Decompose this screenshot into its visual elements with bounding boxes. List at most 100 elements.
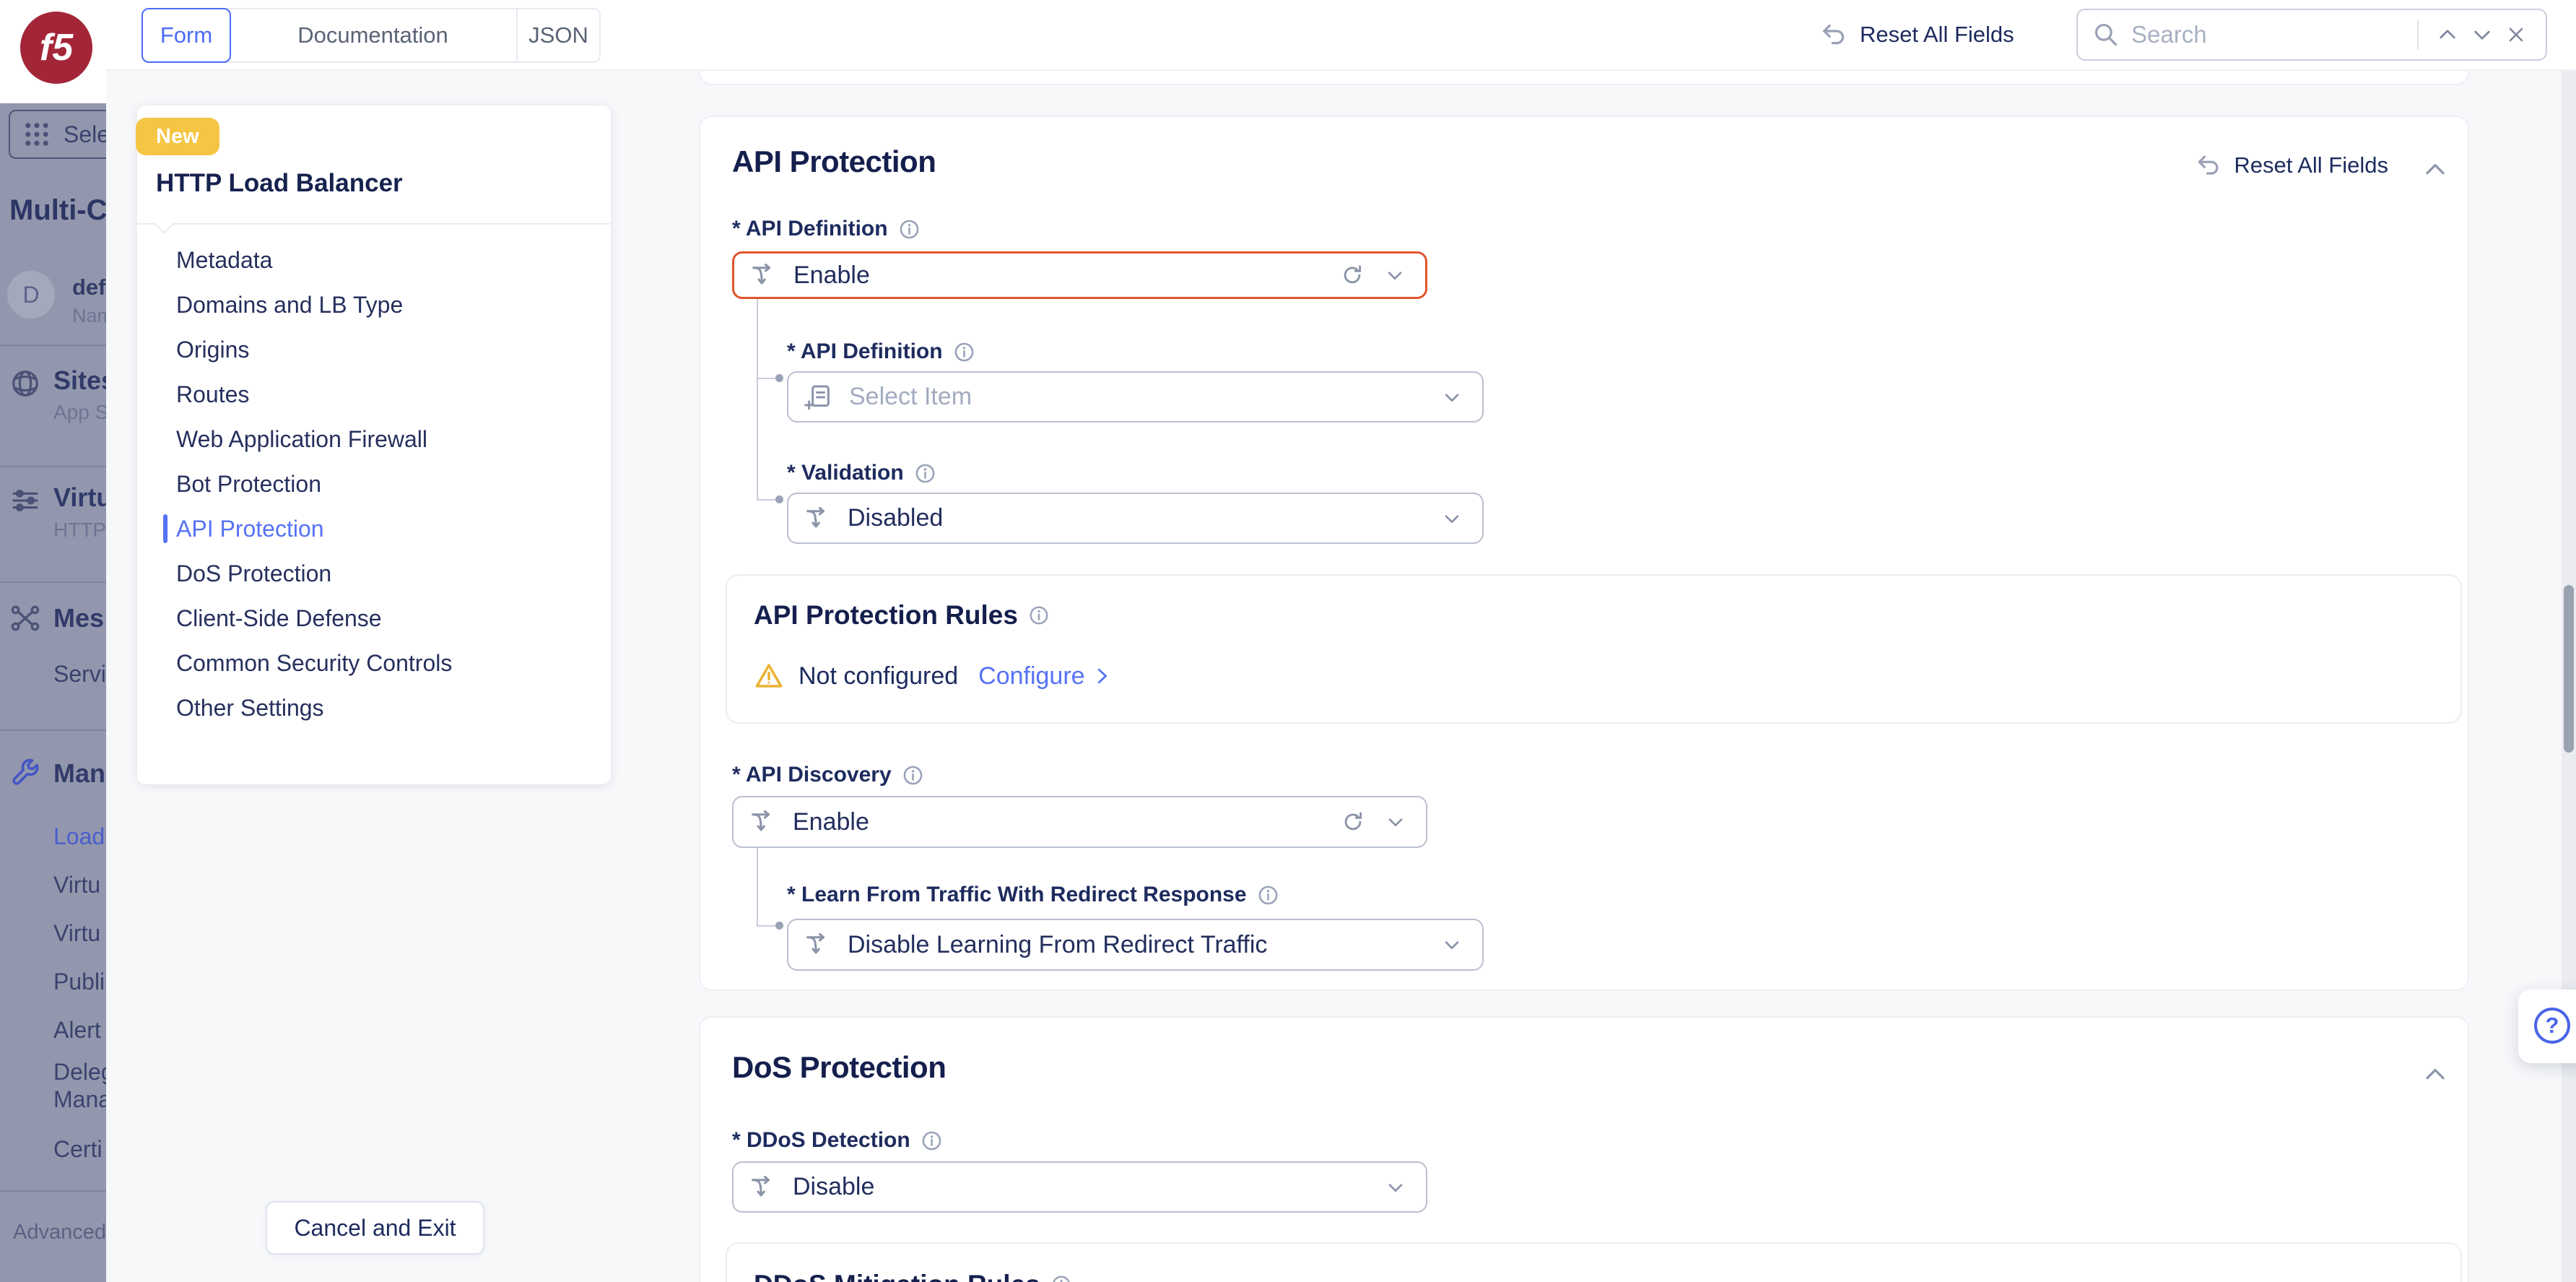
ddos-detection-dropdown[interactable]: Disable bbox=[732, 1161, 1427, 1213]
nav-item-domains-lb-type[interactable]: Domains and LB Type bbox=[137, 287, 611, 322]
branch-icon bbox=[804, 931, 832, 958]
api-definition-dropdown[interactable]: Enable bbox=[732, 251, 1427, 299]
info-icon[interactable] bbox=[953, 341, 975, 363]
search-prev-icon[interactable] bbox=[2430, 23, 2465, 46]
form-title: HTTP Load Balancer bbox=[156, 169, 403, 197]
mesh-icon bbox=[9, 602, 42, 635]
search-icon bbox=[2092, 21, 2120, 48]
api-definition-value: Enable bbox=[793, 261, 870, 289]
validation-dropdown[interactable]: Disabled bbox=[787, 493, 1484, 544]
manage-wrench-icon bbox=[10, 757, 42, 789]
sidebar-divider bbox=[0, 466, 106, 467]
tree-connector-dot bbox=[775, 922, 783, 930]
learn-redirect-value: Disable Learning From Redirect Traffic bbox=[848, 930, 1268, 958]
api-discovery-dropdown[interactable]: Enable bbox=[732, 796, 1427, 848]
rules-status-text: Not configured bbox=[799, 662, 959, 690]
sidebar-item-sites-sub: App S bbox=[53, 401, 106, 423]
ddos-detection-value: Disable bbox=[793, 1173, 875, 1200]
sidebar-item-sites: Sites bbox=[53, 365, 106, 395]
sidebar-divider bbox=[0, 581, 106, 583]
collapse-section-icon[interactable] bbox=[2421, 1061, 2449, 1088]
dos-protection-section-card: DoS Protection * DDoS Detection Disable … bbox=[699, 1016, 2469, 1282]
nav-item-origins[interactable]: Origins bbox=[137, 332, 611, 367]
validation-label: * Validation bbox=[787, 461, 936, 485]
nav-item-dos-protection[interactable]: DoS Protection bbox=[137, 556, 611, 591]
tree-connector-stub bbox=[757, 499, 775, 501]
scrollbar-thumb[interactable] bbox=[2564, 585, 2574, 753]
chevron-down-icon[interactable] bbox=[1384, 1176, 1407, 1199]
search-input[interactable] bbox=[2130, 20, 2406, 49]
app-root: Form Documentation JSON Reset All Fields bbox=[0, 0, 2576, 1282]
chevron-down-icon[interactable] bbox=[1440, 386, 1463, 409]
previous-section-card-edge bbox=[699, 69, 2469, 85]
sidebar-link-delegated-line1: Deleg bbox=[53, 1059, 106, 1085]
help-button[interactable]: ? bbox=[2518, 989, 2576, 1063]
branch-icon bbox=[749, 808, 777, 836]
tab-documentation[interactable]: Documentation bbox=[230, 9, 518, 61]
info-icon[interactable] bbox=[1257, 884, 1279, 906]
sidebar-divider bbox=[0, 345, 106, 346]
learn-redirect-label: * Learn From Traffic With Redirect Respo… bbox=[787, 883, 1279, 907]
sidebar-divider bbox=[0, 1190, 106, 1192]
search-next-icon[interactable] bbox=[2465, 23, 2499, 46]
info-icon[interactable] bbox=[914, 462, 936, 485]
api-protection-rules-title: API Protection Rules bbox=[754, 600, 1050, 631]
tab-form[interactable]: Form bbox=[142, 8, 231, 63]
select-service-button: Sele bbox=[9, 110, 106, 159]
chevron-right-icon bbox=[1097, 668, 1107, 684]
nav-item-bot-protection[interactable]: Bot Protection bbox=[137, 467, 611, 501]
api-protection-heading: API Protection bbox=[732, 144, 936, 178]
info-icon[interactable] bbox=[1028, 605, 1050, 626]
api-discovery-label: * API Discovery bbox=[732, 763, 924, 787]
nav-item-metadata[interactable]: Metadata bbox=[137, 243, 611, 277]
validation-value: Disabled bbox=[848, 504, 944, 532]
main-sidebar-dimmed: Sele Multi-C D def Nam Sites App S Virtu… bbox=[0, 103, 106, 1282]
nav-item-routes[interactable]: Routes bbox=[137, 377, 611, 412]
info-icon[interactable] bbox=[921, 1130, 943, 1152]
top-bar: Form Documentation JSON Reset All Fields bbox=[0, 0, 2576, 71]
reset-field-icon[interactable] bbox=[1341, 810, 1365, 834]
api-definition-item-select[interactable]: Select Item bbox=[787, 371, 1484, 423]
reset-all-fields-section-button[interactable]: Reset All Fields bbox=[2195, 152, 2388, 179]
advanced-toggle-label: Advanced bbox=[13, 1221, 106, 1244]
select-service-label: Sele bbox=[64, 121, 106, 147]
logo-block: f5 bbox=[0, 0, 106, 103]
nav-item-other-settings[interactable]: Other Settings bbox=[137, 690, 611, 725]
sidebar-link-virtual-1: Virtu bbox=[53, 872, 101, 898]
api-protection-section-card: API Protection Reset All Fields * API De… bbox=[699, 116, 2469, 991]
info-icon[interactable] bbox=[902, 764, 924, 787]
nav-item-waf[interactable]: Web Application Firewall bbox=[137, 422, 611, 456]
reset-all-fields-top-button[interactable]: Reset All Fields bbox=[1819, 0, 2014, 69]
learn-redirect-dropdown[interactable]: Disable Learning From Redirect Traffic bbox=[787, 919, 1484, 971]
search-box bbox=[2076, 9, 2547, 61]
tab-json[interactable]: JSON bbox=[518, 9, 599, 61]
rules-status-row: Not configured Configure bbox=[754, 661, 1113, 691]
collapse-section-icon[interactable] bbox=[2421, 156, 2449, 183]
chevron-down-icon[interactable] bbox=[1440, 507, 1463, 530]
tree-connector-stub bbox=[757, 925, 775, 927]
search-close-icon[interactable] bbox=[2499, 24, 2533, 46]
app-grid-icon bbox=[22, 119, 52, 150]
reset-all-fields-top-label: Reset All Fields bbox=[1860, 22, 2014, 47]
namespace-sub: Nam bbox=[72, 305, 106, 326]
f5-logo[interactable]: f5 bbox=[20, 12, 92, 84]
undo-icon bbox=[1819, 20, 1848, 49]
chevron-down-icon[interactable] bbox=[1440, 933, 1463, 956]
info-icon[interactable] bbox=[898, 218, 921, 241]
nav-item-client-side-defense[interactable]: Client-Side Defense bbox=[137, 601, 611, 636]
nav-item-api-protection[interactable]: API Protection bbox=[137, 511, 611, 546]
reset-field-icon[interactable] bbox=[1340, 263, 1365, 287]
info-icon[interactable] bbox=[1050, 1274, 1072, 1282]
chevron-down-icon[interactable] bbox=[1384, 810, 1407, 833]
ddos-mitigation-rules-title: DDoS Mitigation Rules bbox=[754, 1270, 1072, 1282]
nav-item-common-security-controls[interactable]: Common Security Controls bbox=[137, 646, 611, 680]
api-definition-label: * API Definition bbox=[732, 217, 921, 241]
api-definition-item-placeholder: Select Item bbox=[849, 383, 972, 410]
dos-protection-heading: DoS Protection bbox=[732, 1050, 947, 1084]
configure-rules-link[interactable]: Configure bbox=[978, 662, 1112, 690]
chevron-down-icon[interactable] bbox=[1383, 264, 1406, 287]
branch-icon bbox=[804, 505, 832, 532]
tree-connector-dot bbox=[775, 374, 783, 382]
cancel-and-exit-button[interactable]: Cancel and Exit bbox=[266, 1201, 484, 1255]
select-item-doc-icon bbox=[804, 383, 833, 412]
